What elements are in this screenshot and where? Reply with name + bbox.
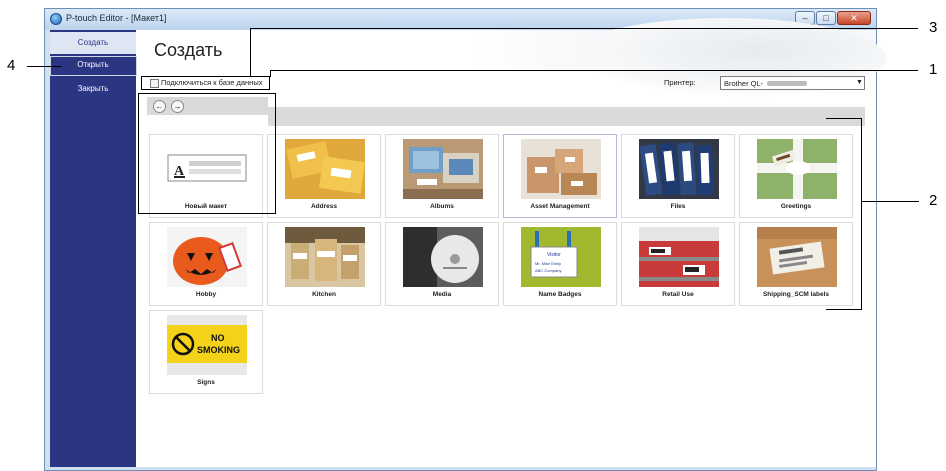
template-label: Signs xyxy=(197,379,215,386)
files-thumbnail xyxy=(639,139,719,199)
template-label: Hobby xyxy=(195,291,217,298)
template-retail-use[interactable]: Retail Use xyxy=(621,222,735,306)
callout-line-3-horizontal xyxy=(250,28,918,29)
template-albums[interactable]: Albums xyxy=(385,134,499,218)
greetings-thumbnail xyxy=(757,139,837,199)
template-label: Shipping_SCM labels xyxy=(762,291,830,298)
close-button[interactable]: ✕ xyxy=(837,11,871,25)
template-greetings[interactable]: Greetings xyxy=(739,134,853,218)
printer-value: Brother QL- xyxy=(724,79,764,88)
badge-company-text: ABC Company xyxy=(535,268,561,273)
sidebar-item-close[interactable]: Закрыть xyxy=(50,78,136,100)
template-shipping-scm-labels[interactable]: Shipping_SCM labels xyxy=(739,222,853,306)
sidebar: Создать Открыть Закрыть xyxy=(50,30,136,467)
navigation-bar-extension xyxy=(268,107,865,126)
template-asset-management[interactable]: Asset Management xyxy=(503,134,617,218)
callout-line-4 xyxy=(27,66,62,67)
template-address[interactable]: Address xyxy=(267,134,381,218)
printer-model-redacted xyxy=(767,81,807,86)
printer-label: Принтер: xyxy=(664,78,696,87)
page-title: Создать xyxy=(154,40,223,60)
callout-number-4: 4 xyxy=(7,57,16,74)
hobby-thumbnail xyxy=(167,227,247,287)
shipping-thumbnail xyxy=(757,227,837,287)
name-badges-thumbnail: Visitor Mr. Mike Emily ABC Company xyxy=(521,227,601,287)
maximize-button[interactable]: □ xyxy=(816,11,836,25)
template-label: Asset Management xyxy=(530,203,590,210)
callout-line-2 xyxy=(861,201,919,202)
retail-use-thumbnail xyxy=(639,227,719,287)
annotation-frame-database-checkbox xyxy=(141,76,270,90)
media-thumbnail xyxy=(403,227,483,287)
sign-no-text: NO xyxy=(211,333,225,343)
callout-line-1-horizontal xyxy=(270,70,918,71)
sign-smoking-text: SMOKING xyxy=(197,345,240,355)
callout-number-2: 2 xyxy=(929,192,938,209)
callout-number-3: 3 xyxy=(929,19,938,36)
template-media[interactable]: Media xyxy=(385,222,499,306)
template-hobby[interactable]: Hobby xyxy=(149,222,263,306)
bracket-2-vertical xyxy=(861,118,862,309)
annotation-frame-open xyxy=(50,56,137,76)
template-label: Name Badges xyxy=(538,291,582,298)
albums-thumbnail xyxy=(403,139,483,199)
callout-line-3-vertical xyxy=(250,28,251,76)
template-label: Greetings xyxy=(780,203,812,210)
template-label: Kitchen xyxy=(312,291,336,298)
template-label: Albums xyxy=(430,203,454,210)
address-thumbnail xyxy=(285,139,365,199)
asset-management-thumbnail xyxy=(521,139,601,199)
template-label: Files xyxy=(670,203,686,210)
callout-line-1-vertical xyxy=(270,70,271,77)
window-title: P-touch Editor - [Макет1] xyxy=(66,13,167,23)
template-name-badges[interactable]: Visitor Mr. Mike Emily ABC Company Name … xyxy=(503,222,617,306)
badge-visitor-text: Visitor xyxy=(547,252,561,258)
bracket-2-top xyxy=(826,118,862,119)
bracket-2-bottom xyxy=(826,309,862,310)
template-files[interactable]: Files xyxy=(621,134,735,218)
template-label: Address xyxy=(310,203,337,210)
header-banner: Создать xyxy=(136,18,886,98)
template-signs[interactable]: NO SMOKING Signs xyxy=(149,310,263,394)
badge-name-text: Mr. Mike Emily xyxy=(535,261,561,266)
template-kitchen[interactable]: Kitchen xyxy=(267,222,381,306)
chevron-down-icon: ▼ xyxy=(856,79,863,86)
p-touch-app-icon xyxy=(50,13,62,25)
callout-number-1: 1 xyxy=(929,61,938,78)
kitchen-thumbnail xyxy=(285,227,365,287)
signs-thumbnail: NO SMOKING xyxy=(167,315,247,375)
template-label: Media xyxy=(432,291,452,298)
printer-select[interactable]: Brother QL- ▼ xyxy=(720,76,865,90)
annotation-frame-new-layout xyxy=(138,93,276,214)
sidebar-item-create[interactable]: Создать xyxy=(50,32,136,54)
template-label: Retail Use xyxy=(662,291,694,298)
